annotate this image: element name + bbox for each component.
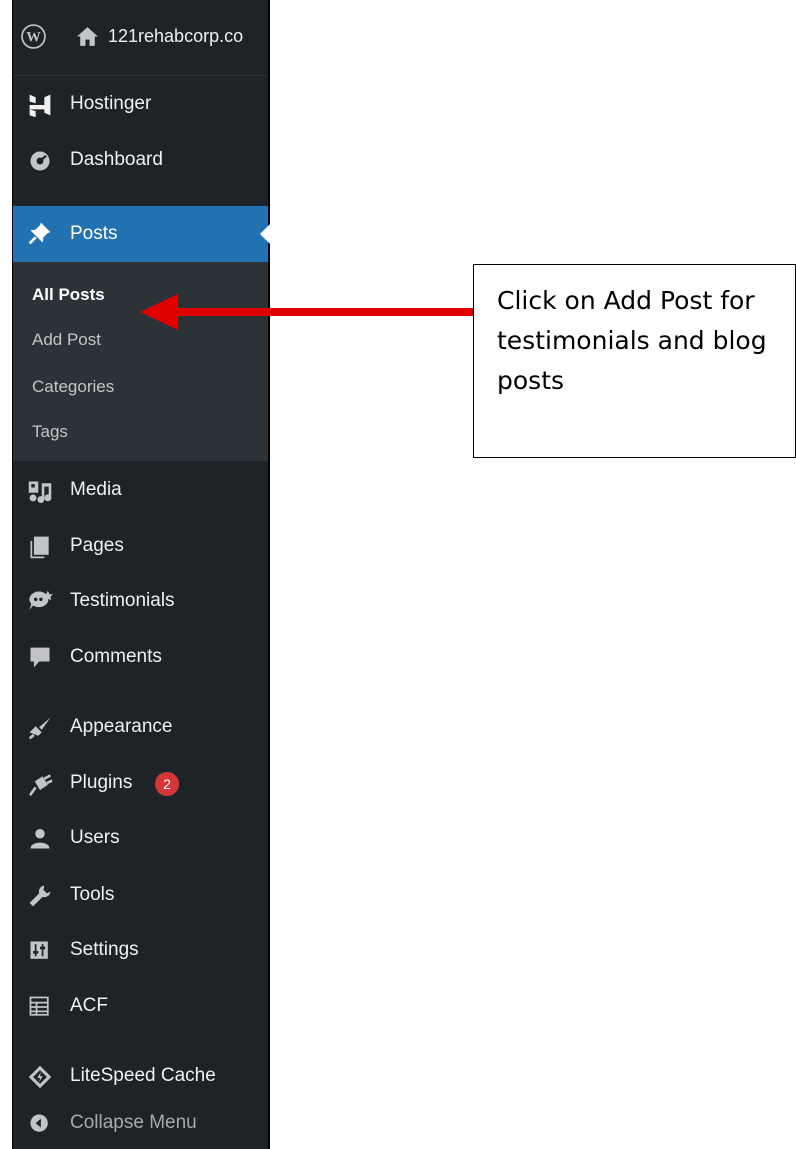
menu-item-hostinger[interactable]: Hostinger — [13, 84, 268, 124]
menu-item-appearance[interactable]: Appearance — [13, 707, 268, 747]
menu-item-tools[interactable]: Tools — [13, 875, 268, 915]
wordpress-logo-icon[interactable]: W — [21, 24, 46, 49]
menu-label-tools: Tools — [70, 884, 115, 905]
hostinger-logo-icon — [25, 92, 55, 118]
plug-icon — [25, 771, 55, 797]
submenu-add-post[interactable]: Add Post — [32, 328, 101, 352]
collapse-arrow-icon — [25, 1111, 55, 1137]
home-icon[interactable] — [75, 24, 100, 49]
menu-label-settings: Settings — [70, 939, 139, 960]
menu-label-testimonials: Testimonials — [70, 590, 175, 611]
callout-text: Click on Add Post for testimonials and b… — [497, 286, 767, 395]
pin-icon — [25, 220, 55, 246]
menu-label-comments: Comments — [70, 646, 162, 667]
menu-label-users: Users — [70, 827, 120, 848]
menu-label-plugins: Plugins — [70, 772, 133, 793]
menu-item-pages[interactable]: Pages — [13, 526, 268, 566]
menu-label-collapse: Collapse Menu — [70, 1112, 197, 1133]
admin-sidebar: W 121rehabcorp.co Hostinger Dashboard Po… — [12, 0, 270, 1149]
menu-item-dashboard[interactable]: Dashboard — [13, 140, 268, 180]
callout-box: Click on Add Post for testimonials and b… — [473, 264, 796, 458]
menu-item-acf[interactable]: ACF — [13, 986, 268, 1026]
collapse-menu-button[interactable]: Collapse Menu — [13, 1103, 268, 1143]
menu-item-posts[interactable]: Posts — [13, 206, 270, 262]
menu-item-media[interactable]: Media — [13, 470, 268, 510]
pages-icon — [25, 534, 55, 560]
menu-label-hostinger: Hostinger — [70, 93, 152, 114]
menu-item-litespeed[interactable]: LiteSpeed Cache — [13, 1056, 268, 1096]
litespeed-diamond-icon — [25, 1064, 55, 1090]
plugins-update-badge: 2 — [155, 772, 179, 796]
testimonials-icon — [25, 589, 55, 615]
menu-label-litespeed: LiteSpeed Cache — [70, 1065, 216, 1086]
menu-label-posts: Posts — [70, 223, 118, 244]
menu-item-comments[interactable]: Comments — [13, 637, 268, 677]
svg-text:W: W — [26, 30, 41, 46]
acf-table-icon — [25, 994, 55, 1020]
menu-label-appearance: Appearance — [70, 716, 173, 737]
submenu-categories[interactable]: Categories — [32, 375, 114, 399]
site-name-link[interactable]: 121rehabcorp.co — [108, 24, 271, 49]
settings-sliders-icon — [25, 938, 55, 964]
comment-bubble-icon — [25, 645, 55, 671]
dashboard-gauge-icon — [25, 148, 55, 174]
user-icon — [25, 826, 55, 852]
menu-label-acf: ACF — [70, 995, 108, 1016]
admin-bar: W 121rehabcorp.co — [13, 0, 268, 76]
menu-item-users[interactable]: Users — [13, 818, 268, 858]
menu-item-settings[interactable]: Settings — [13, 930, 268, 970]
menu-label-pages: Pages — [70, 535, 124, 556]
menu-item-plugins[interactable]: Plugins 2 — [13, 763, 268, 803]
submenu-all-posts[interactable]: All Posts — [32, 283, 105, 307]
menu-item-testimonials[interactable]: Testimonials — [13, 581, 268, 621]
submenu-tags[interactable]: Tags — [32, 420, 68, 444]
active-indicator — [260, 224, 270, 244]
menu-label-dashboard: Dashboard — [70, 149, 163, 170]
menu-label-media: Media — [70, 479, 122, 500]
wrench-icon — [25, 883, 55, 909]
paintbrush-icon — [25, 715, 55, 741]
media-icon — [25, 478, 55, 504]
red-arrow-annotation — [140, 294, 474, 330]
